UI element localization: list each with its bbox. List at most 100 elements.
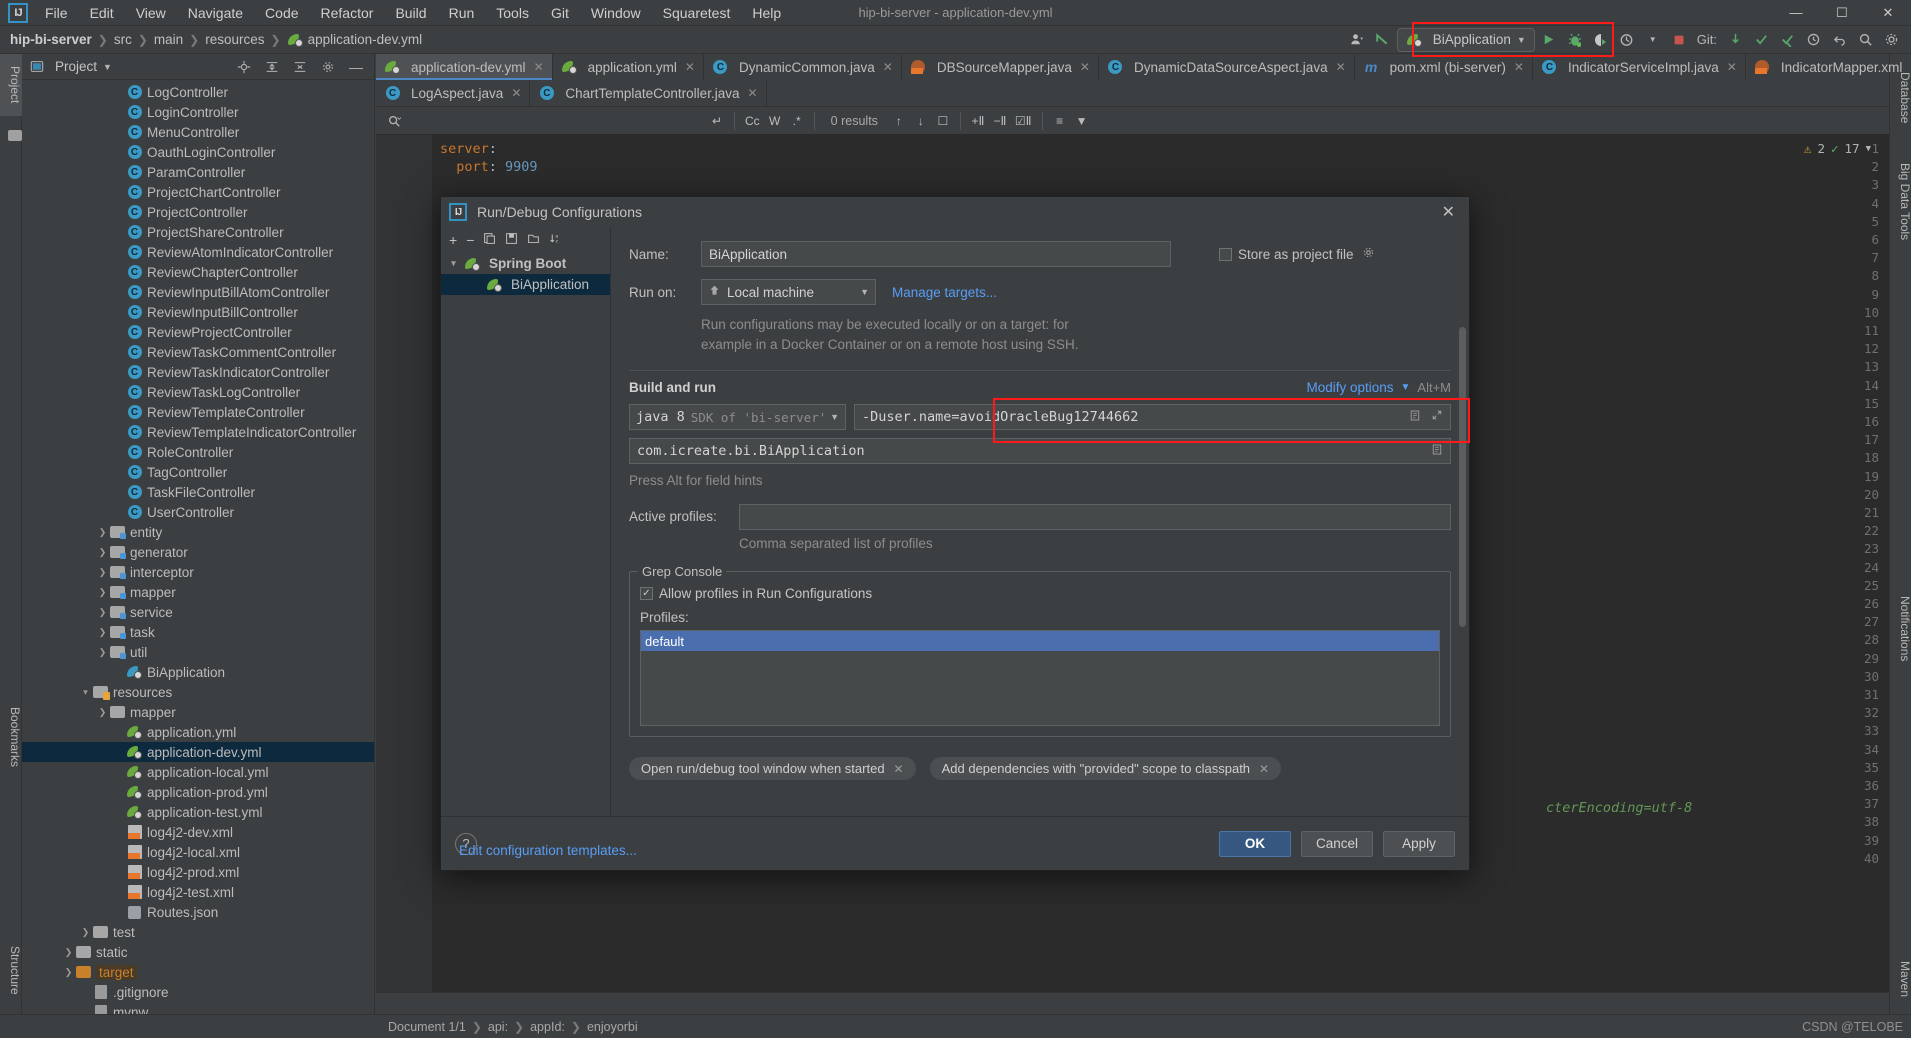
- tree-node-log4j2-local-xml[interactable]: log4j2-local.xml: [22, 842, 374, 862]
- git-push-icon[interactable]: [1775, 28, 1799, 52]
- remove-selection-icon[interactable]: −Ⅱ: [989, 111, 1011, 131]
- apply-button[interactable]: Apply: [1383, 830, 1455, 857]
- tree-node-biapplication[interactable]: BiApplication: [22, 662, 374, 682]
- allow-profiles-row[interactable]: ✓ Allow profiles in Run Configurations: [640, 586, 1440, 601]
- editor-tab-logaspect-java[interactable]: C LogAspect.java ✕: [376, 80, 531, 106]
- history-icon[interactable]: [1801, 28, 1825, 52]
- menu-run[interactable]: Run: [438, 2, 486, 24]
- whole-words-toggle[interactable]: W: [764, 111, 786, 131]
- add-selection-icon[interactable]: +Ⅱ: [967, 111, 989, 131]
- tree-node-entity[interactable]: ❯ entity: [22, 522, 374, 542]
- rail-project-tab[interactable]: Project: [0, 54, 22, 116]
- tree-node-target[interactable]: ❯ target: [22, 962, 374, 982]
- tree-node-test[interactable]: ❯ test: [22, 922, 374, 942]
- main-class-input[interactable]: com.icreate.bi.BiApplication: [629, 438, 1451, 465]
- config-tree-item-spring-boot[interactable]: ▾ Spring Boot: [441, 253, 610, 274]
- menu-refactor[interactable]: Refactor: [310, 2, 385, 24]
- sort-configurations-icon[interactable]: az: [549, 232, 562, 248]
- main-class-browse-icon[interactable]: [1431, 443, 1443, 460]
- profiler-button[interactable]: [1615, 28, 1639, 52]
- save-configuration-icon[interactable]: [505, 232, 518, 248]
- editor-tab-application-dev-yml[interactable]: application-dev.yml ✕: [376, 54, 553, 80]
- chevron-right-icon[interactable]: ❯: [79, 927, 92, 938]
- editor-tab-dynamiccommon-java[interactable]: C DynamicCommon.java ✕: [704, 54, 902, 80]
- tree-node-task[interactable]: ❯ task: [22, 622, 374, 642]
- allow-profiles-checkbox[interactable]: ✓: [640, 587, 653, 601]
- menu-help[interactable]: Help: [741, 2, 792, 24]
- close-tab-icon[interactable]: ✕: [511, 86, 521, 100]
- tree-node-routes-json[interactable]: Routes.json: [22, 902, 374, 922]
- select-opened-file-icon[interactable]: [232, 55, 256, 79]
- dialog-scrollbar[interactable]: [1459, 327, 1466, 627]
- stop-button[interactable]: [1667, 28, 1691, 52]
- breadcrumb-project[interactable]: hip-bi-server: [10, 32, 92, 47]
- tree-node-projectsharecontroller[interactable]: C ProjectShareController: [22, 222, 374, 242]
- cancel-button[interactable]: Cancel: [1301, 830, 1373, 857]
- vcs-update-icon[interactable]: [1371, 28, 1395, 52]
- tree-node-usercontroller[interactable]: C UserController: [22, 502, 374, 522]
- tree-node-tagcontroller[interactable]: C TagController: [22, 462, 374, 482]
- chip-close-icon[interactable]: ✕: [894, 762, 904, 776]
- tree-node-log4j2-prod-xml[interactable]: log4j2-prod.xml: [22, 862, 374, 882]
- edit-configuration-templates-link[interactable]: Edit configuration templates...: [459, 843, 637, 858]
- run-with-coverage-button[interactable]: [1589, 28, 1613, 52]
- project-settings-icon[interactable]: [316, 55, 340, 79]
- tree-node-application-prod-yml[interactable]: application-prod.yml: [22, 782, 374, 802]
- close-tab-icon[interactable]: ✕: [534, 60, 544, 74]
- git-commit-icon[interactable]: [1749, 28, 1773, 52]
- active-profiles-input[interactable]: [739, 503, 1451, 530]
- copy-configuration-icon[interactable]: [483, 232, 496, 248]
- debug-button[interactable]: [1563, 28, 1587, 52]
- vm-options-input[interactable]: -Duser.name=avoidOracleBug12744662: [854, 404, 1451, 431]
- rail-structure-tab[interactable]: Structure: [0, 926, 22, 1014]
- editor-tab-charttemplatecontroller-java[interactable]: C ChartTemplateController.java ✕: [530, 80, 767, 106]
- chevron-right-icon[interactable]: ❯: [96, 607, 109, 618]
- tree-node-logcontroller[interactable]: C LogController: [22, 82, 374, 102]
- rail-notifications-tab[interactable]: Notifications: [1890, 574, 1911, 684]
- modify-options-link[interactable]: Modify options: [1306, 380, 1393, 395]
- chevron-right-icon[interactable]: ❯: [62, 947, 75, 958]
- tree-node-resources[interactable]: ▾ resources: [22, 682, 374, 702]
- tree-node-mvnw[interactable]: mvnw: [22, 1002, 374, 1014]
- tree-node-reviewtaskindicatorcontroller[interactable]: C ReviewTaskIndicatorController: [22, 362, 374, 382]
- menu-tools[interactable]: Tools: [485, 2, 540, 24]
- remove-configuration-icon[interactable]: −: [466, 232, 474, 248]
- tree-node-reviewchaptercontroller[interactable]: C ReviewChapterController: [22, 262, 374, 282]
- select-all-occurrences-icon[interactable]: ☑Ⅱ: [1011, 111, 1036, 131]
- chevron-right-icon[interactable]: ❯: [96, 547, 109, 558]
- regex-toggle[interactable]: .*: [786, 111, 808, 131]
- tree-node-interceptor[interactable]: ❯ interceptor: [22, 562, 374, 582]
- name-input[interactable]: BiApplication: [701, 241, 1171, 267]
- git-update-icon[interactable]: [1723, 28, 1747, 52]
- close-tab-icon[interactable]: ✕: [1080, 60, 1090, 74]
- tree-node-reviewtemplateindicatorcontroller[interactable]: C ReviewTemplateIndicatorController: [22, 422, 374, 442]
- find-search-icon[interactable]: [382, 109, 406, 133]
- tree-node-mapper[interactable]: ❯ mapper: [22, 582, 374, 602]
- close-tab-icon[interactable]: ✕: [1727, 60, 1737, 74]
- tree-node-reviewatomindicatorcontroller[interactable]: C ReviewAtomIndicatorController: [22, 242, 374, 262]
- editor-tab-indicatormapper-xml[interactable]: IndicatorMapper.xml✕: [1746, 54, 1911, 80]
- vm-options-expand-icon[interactable]: [1431, 409, 1443, 426]
- project-file-tree[interactable]: C LogController C LoginController C MenuContr…: [22, 80, 374, 1014]
- editor-tab-dynamicdatasourceaspect-java[interactable]: C DynamicDataSourceAspect.java ✕: [1099, 54, 1355, 80]
- close-tab-icon[interactable]: ✕: [685, 60, 695, 74]
- menu-build[interactable]: Build: [384, 2, 437, 24]
- chevron-right-icon[interactable]: ❯: [96, 627, 109, 638]
- menu-squaretest[interactable]: Squaretest: [652, 2, 742, 24]
- ok-button[interactable]: OK: [1219, 830, 1291, 857]
- close-tab-icon[interactable]: ✕: [1514, 60, 1524, 74]
- maximize-button[interactable]: ☐: [1819, 0, 1865, 26]
- filter-options-icon[interactable]: ≡: [1049, 111, 1071, 131]
- config-tree-item-biapplication[interactable]: BiApplication: [441, 274, 610, 295]
- inspection-widget[interactable]: ⚠ 2 ✓ 17 ▼: [1804, 141, 1871, 156]
- find-next-icon[interactable]: ↓: [910, 111, 932, 131]
- menu-window[interactable]: Window: [580, 2, 652, 24]
- store-as-project-file-row[interactable]: Store as project file: [1219, 246, 1375, 262]
- store-as-project-file-checkbox[interactable]: [1219, 247, 1232, 261]
- tree-node-rolecontroller[interactable]: C RoleController: [22, 442, 374, 462]
- menu-edit[interactable]: Edit: [79, 2, 125, 24]
- status-crumb-appid[interactable]: appId:: [530, 1020, 565, 1034]
- run-on-combobox[interactable]: Local machine ▼: [701, 279, 876, 305]
- jdk-combobox[interactable]: java 8 SDK of 'bi-server' mo ▼: [629, 404, 846, 431]
- expand-all-icon[interactable]: [260, 55, 284, 79]
